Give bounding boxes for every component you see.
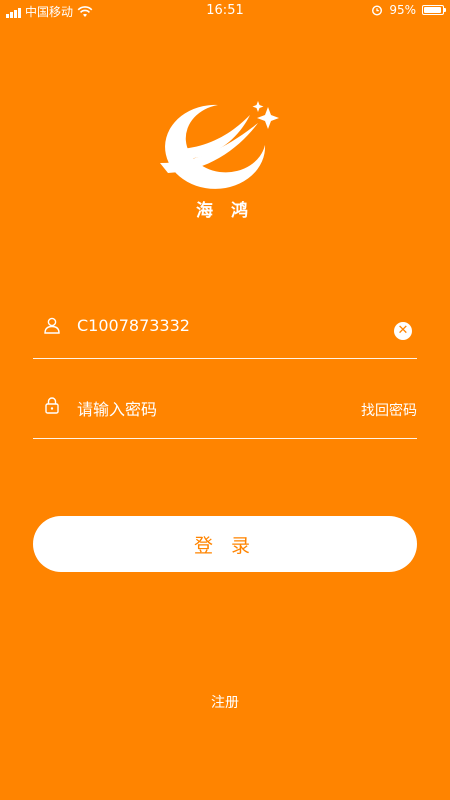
username-field[interactable]: C1007873332 ✕ xyxy=(33,280,417,359)
status-bar: 中国移动 16:51 95% xyxy=(0,0,450,22)
battery-percent: 95% xyxy=(389,3,416,17)
alarm-icon xyxy=(372,5,383,16)
status-right: 95% xyxy=(371,3,446,17)
forgot-password-link[interactable]: 找回密码 xyxy=(361,400,417,420)
brand-logo xyxy=(160,101,279,189)
username-input[interactable]: C1007873332 xyxy=(77,316,190,335)
clear-icon[interactable]: ✕ xyxy=(394,322,412,340)
lock-icon xyxy=(45,397,59,414)
register-link[interactable]: 注册 xyxy=(0,692,450,712)
user-icon xyxy=(44,317,60,334)
brand-name: 海 鸿 xyxy=(196,201,254,221)
battery-fill xyxy=(424,7,442,13)
password-input[interactable]: 请输入密码 xyxy=(77,396,157,420)
password-field[interactable]: 请输入密码 找回密码 xyxy=(33,360,417,439)
battery-icon xyxy=(422,5,446,15)
login-button[interactable]: 登 录 xyxy=(33,516,417,572)
